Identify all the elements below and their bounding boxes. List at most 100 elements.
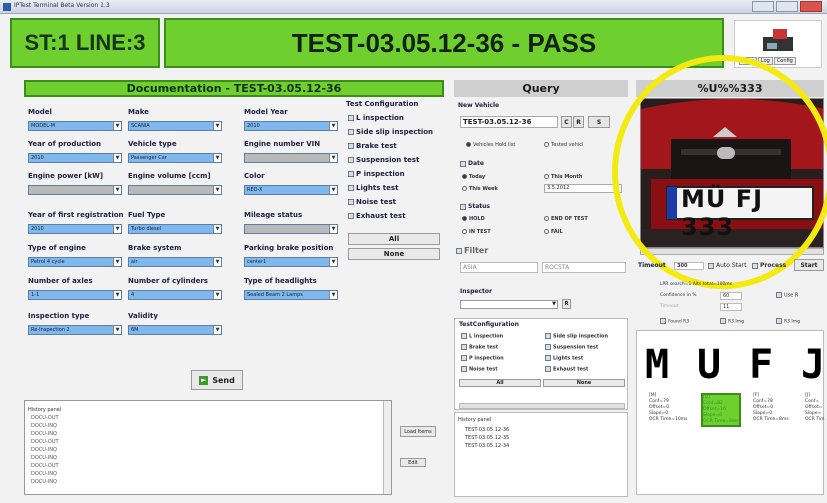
history-item[interactable]: DOCU-INQ <box>31 423 57 429</box>
field-select[interactable]: 2010 ▼ <box>28 153 122 163</box>
confidence-input[interactable]: 60 <box>720 292 742 300</box>
inspector-refresh-button[interactable]: R <box>562 299 571 309</box>
query-tc-scrollbar[interactable] <box>459 403 625 409</box>
query-history-item[interactable]: TEST-03.05.12-35 <box>465 435 509 441</box>
history-item[interactable]: DOCU-INQ <box>31 431 57 437</box>
test-config-checkbox[interactable]: L inspection <box>348 114 404 122</box>
history-item[interactable]: DOCU-OUT <box>31 439 59 445</box>
timeout2-input[interactable]: 11 <box>720 303 742 311</box>
query-tc-checkbox[interactable]: Lights test <box>545 355 583 362</box>
process-checkbox[interactable]: Process <box>752 262 786 269</box>
clear-button[interactable]: C <box>561 116 572 128</box>
inspector-select[interactable]: ▼ <box>460 300 558 309</box>
query-tc-checkbox[interactable]: Noise test <box>461 366 498 373</box>
query-tc-checkbox[interactable]: P inspection <box>461 355 504 362</box>
search-button[interactable]: S <box>588 116 610 128</box>
timeout-input[interactable]: 300 <box>674 262 704 270</box>
field-select[interactable]: Re-Inspection 2 ▼ <box>28 325 122 335</box>
query-tc-all-button[interactable]: All <box>459 379 541 387</box>
query-history-item[interactable]: TEST-03.05.12-34 <box>465 443 509 449</box>
history-item[interactable]: DOCU-INQ <box>31 447 57 453</box>
checkbox-icon <box>461 355 467 361</box>
maximize-button[interactable] <box>776 1 798 12</box>
test-config-label: Brake test <box>356 142 397 150</box>
query-tc-checkbox[interactable]: Side slip inspection <box>545 333 608 340</box>
date-checkbox[interactable]: Date <box>460 160 484 167</box>
filter-station-select[interactable]: ROCSTA <box>542 262 626 273</box>
query-tc-none-button[interactable]: None <box>543 379 625 387</box>
test-config-checkbox[interactable]: Noise test <box>348 198 396 206</box>
test-config-checkbox[interactable]: Suspension test <box>348 156 419 164</box>
minimize-button[interactable] <box>752 1 774 12</box>
test-config-checkbox[interactable]: Brake test <box>348 142 397 150</box>
field-select[interactable]: center1 ▼ <box>244 257 338 267</box>
field-select[interactable]: 4 ▼ <box>128 290 222 300</box>
load-items-button[interactable]: Load Items <box>400 426 436 437</box>
field-select[interactable]: 6M ▼ <box>128 325 222 335</box>
auto-start-checkbox[interactable]: Auto Start <box>708 262 747 269</box>
radio-today[interactable]: Today <box>462 174 485 180</box>
radio-hold[interactable]: HOLD <box>462 216 485 222</box>
test-config-checkbox[interactable]: Exhaust test <box>348 212 406 220</box>
filter-region-select[interactable]: ASIA <box>460 262 538 273</box>
field-select[interactable]: Petrol 4 cycle ▼ <box>28 257 122 267</box>
radio-end-of-test[interactable]: END OF TEST <box>544 216 588 222</box>
refresh-button[interactable]: R <box>573 116 584 128</box>
radio-tested[interactable]: Tested vehicl <box>544 142 583 148</box>
query-tc-checkbox[interactable]: L inspection <box>461 333 503 340</box>
history-scrollbar[interactable] <box>383 401 391 494</box>
field-select[interactable]: 2010 ▼ <box>244 121 338 131</box>
test-config-checkbox[interactable]: P inspection <box>348 170 405 178</box>
select-all-button[interactable]: All <box>348 233 440 245</box>
history-item[interactable]: DOCU-OUT <box>31 463 59 469</box>
filter-checkbox[interactable]: Filter <box>456 246 488 255</box>
test-config-label: P inspection <box>356 170 405 178</box>
history-item[interactable]: DOCU-INQ <box>31 479 57 485</box>
confidence-label: Confidence in % <box>660 293 697 298</box>
r3-img-checkbox-1[interactable]: R3 Img <box>720 318 744 325</box>
query-history-item[interactable]: TEST-03.05.12-36 <box>465 427 509 433</box>
field-select[interactable]: Turbo diesel ▼ <box>128 224 222 234</box>
field-value: SCANIA <box>131 123 150 129</box>
tab-config[interactable]: Config <box>773 57 796 65</box>
radio-this-week[interactable]: This Week <box>462 186 498 192</box>
date-input[interactable]: 3.5.2012 <box>544 184 622 193</box>
ocr-char-image: J <box>801 342 826 388</box>
field-select[interactable]: MODEL-M ▼ <box>28 121 122 131</box>
found-r3-checkbox[interactable]: Found R3 <box>660 318 689 325</box>
start-button[interactable]: Start <box>794 259 824 271</box>
field-value: Sealed Beam 2 Lamps <box>247 292 303 298</box>
field-select[interactable]: Sealed Beam 2 Lamps ▼ <box>244 290 338 300</box>
field-select[interactable]: SCANIA ▼ <box>128 121 222 131</box>
radio-fail[interactable]: FAIL <box>544 229 563 235</box>
use-r-checkbox[interactable]: Use R <box>776 292 798 299</box>
field-select[interactable]: ▼ <box>128 185 222 195</box>
field-label: Parking brake position <box>244 244 334 252</box>
test-config-checkbox[interactable]: Lights test <box>348 184 398 192</box>
query-tc-checkbox[interactable]: Suspension test <box>545 344 598 351</box>
field-select[interactable]: air ▼ <box>128 257 222 267</box>
test-config-checkbox[interactable]: Side slip inspection <box>348 128 433 136</box>
edit-button[interactable]: Edit <box>400 458 426 467</box>
r3-img-checkbox-2[interactable]: R3 Img <box>776 318 800 325</box>
query-tc-checkbox[interactable]: Brake test <box>461 344 498 351</box>
field-select[interactable]: 2010 ▼ <box>28 224 122 234</box>
field-select[interactable]: Passenger Car ▼ <box>128 153 222 163</box>
history-item[interactable]: DOCU-INQ <box>31 471 57 477</box>
history-item[interactable]: DOCU-INQ <box>31 455 57 461</box>
field-select[interactable]: ▼ <box>244 153 338 163</box>
history-item[interactable]: DOCU-OUT <box>31 415 59 421</box>
radio-in-test[interactable]: IN TEST <box>462 229 491 235</box>
radio-hold-list[interactable]: Vehicles Hold list <box>466 142 515 148</box>
send-button[interactable]: ► Send <box>191 370 243 390</box>
field-select[interactable]: RED-X ▼ <box>244 185 338 195</box>
radio-this-month[interactable]: This Month <box>544 174 582 180</box>
status-checkbox[interactable]: Status <box>460 203 490 210</box>
select-none-button[interactable]: None <box>348 248 440 260</box>
close-button[interactable] <box>800 1 822 12</box>
query-tc-checkbox[interactable]: Exhaust test <box>545 366 588 373</box>
field-select[interactable]: ▼ <box>244 224 338 234</box>
vehicle-search-input[interactable]: TEST-03.05.12-36 <box>460 116 558 128</box>
field-select[interactable]: 1-1 ▼ <box>28 290 122 300</box>
field-select[interactable]: ▼ <box>28 185 122 195</box>
